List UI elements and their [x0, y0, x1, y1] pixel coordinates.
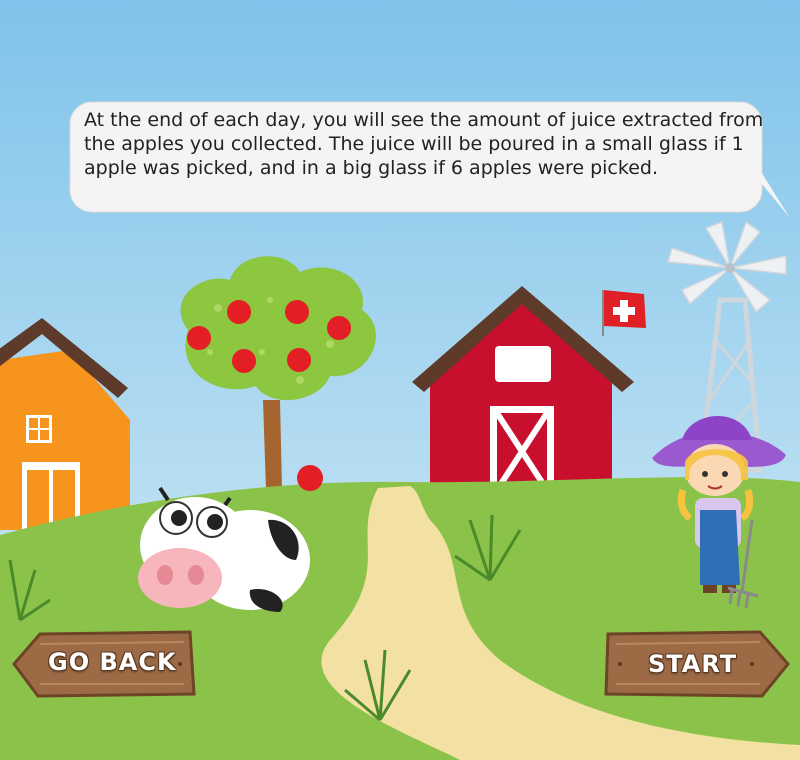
apple-icon: [297, 465, 323, 491]
go-back-button[interactable]: [10, 630, 196, 698]
start-button[interactable]: [604, 630, 790, 698]
instruction-text: At the end of each day, you will see the…: [84, 109, 764, 179]
